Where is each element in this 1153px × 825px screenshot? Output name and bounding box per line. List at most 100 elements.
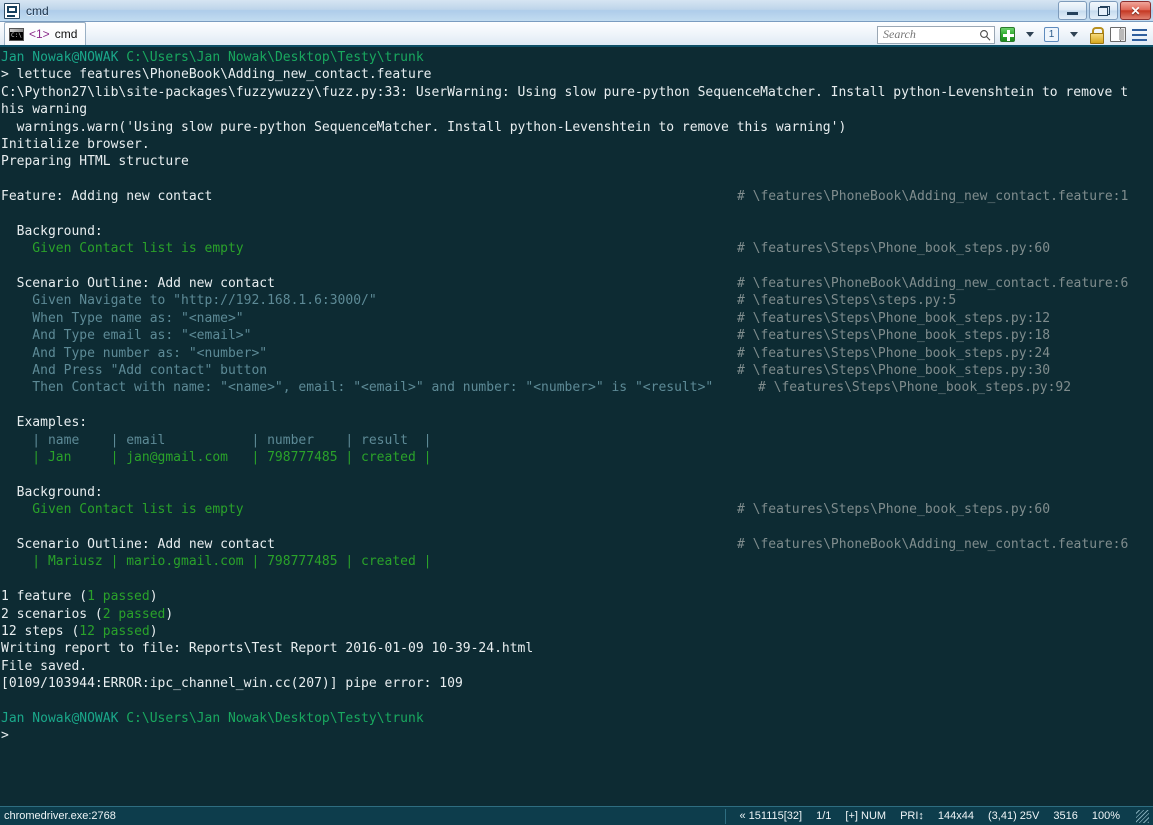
status-process: chromedriver.exe:2768: [4, 810, 116, 822]
window-titlebar[interactable]: cmd ✕: [0, 0, 1153, 22]
terminal-line: Given Contact list is empty # \features\S…: [1, 240, 1153, 257]
terminal-text: Writing report to file: Reports\Test Rep…: [1, 641, 534, 657]
terminal-line: Given Contact list is empty # \features\S…: [1, 501, 1153, 518]
terminal-line: C:\Python27\lib\site-packages\fuzzywuzzy…: [1, 84, 1153, 101]
terminal-text: C:\Users\Jan Nowak\Desktop\Testy\trunk: [126, 50, 424, 65]
terminal-text: Scenario Outline: Add new contact: [1, 276, 275, 292]
terminal-text: his warning: [1, 102, 88, 118]
terminal-line: Initialize browser.: [1, 136, 1153, 153]
terminal-line: | Jan | jan@gmail.com | 798777485 | crea…: [1, 449, 1153, 466]
terminal-text: And Type number as: "<number>": [1, 345, 268, 361]
close-button[interactable]: ✕: [1120, 1, 1151, 20]
terminal-text: Given Navigate to "http://192.168.1.6:30…: [1, 293, 377, 309]
terminal-text: | Mariusz | mario.gmail.com | 798777485 …: [1, 554, 432, 570]
one-icon: 1: [1044, 27, 1059, 42]
terminal-text: warnings.warn('Using slow pure-python Se…: [1, 119, 847, 135]
terminal-text: And Press "Add contact" button: [1, 363, 268, 379]
hamburger-icon: [1132, 28, 1147, 41]
terminal-source-comment: # \features\PhoneBook\Adding_new_contact…: [737, 536, 1129, 552]
terminal-text: 12 steps (: [1, 623, 80, 639]
tab-label: cmd: [54, 27, 78, 41]
search-input[interactable]: [883, 27, 979, 42]
terminal-text: When Type name as: "<name>": [1, 310, 244, 326]
terminal-text: Initialize browser.: [1, 136, 150, 152]
close-icon: ✕: [1130, 3, 1141, 18]
restore-button[interactable]: [1089, 1, 1118, 20]
terminal-text: Examples:: [1, 415, 88, 431]
terminal-line: 1 feature (1 passed): [1, 588, 1153, 605]
terminal-text: 1 feature (: [1, 589, 88, 605]
minimize-icon: [1067, 12, 1078, 15]
terminal-text: 1 passed: [87, 589, 150, 605]
terminal-line: Preparing HTML structure: [1, 153, 1153, 170]
terminal-line: his warning: [1, 101, 1153, 118]
new-tab-dropdown[interactable]: [1020, 25, 1039, 44]
tab-switch-button[interactable]: 1: [1042, 25, 1061, 44]
terminal-text: Feature: Adding new contact: [1, 189, 213, 205]
terminal-line: warnings.warn('Using slow pure-python Se…: [1, 119, 1153, 136]
status-separator: [724, 808, 726, 824]
terminal-text: ): [149, 589, 158, 605]
tab-bar: <1> cmd 1: [0, 22, 1153, 47]
terminal-text: Preparing HTML structure: [1, 154, 189, 170]
terminal-source-comment: # \features\Steps\Phone_book_steps.py:24: [737, 345, 1051, 361]
terminal-line: Scenario Outline: Add new contact # \feat…: [1, 275, 1153, 292]
terminal-source-comment: # \features\Steps\steps.py:5: [737, 293, 957, 309]
terminal-line: Then Contact with name: "<name>", email:…: [1, 379, 1153, 396]
terminal-source-comment: # \features\Steps\Phone_book_steps.py:12: [737, 310, 1051, 326]
terminal-source-comment: # \features\PhoneBook\Adding_new_contact…: [737, 189, 1129, 205]
toggle-panel-button[interactable]: [1108, 25, 1127, 44]
terminal-source-comment: # \features\Steps\Phone_book_steps.py:60: [737, 241, 1051, 257]
status-fields: « 151115[32] 1/1 [+] NUM PRI↕ 144x44 (3,41) 2…: [724, 808, 1153, 824]
terminal-text: | name | email | number | result |: [1, 432, 432, 448]
terminal-line: 12 steps (12 passed): [1, 623, 1153, 640]
terminal-line: Background:: [1, 484, 1153, 501]
terminal-line: > lettuce features\PhoneBook\Adding_new_…: [1, 66, 1153, 83]
status-bar: chromedriver.exe:2768 « 151115[32] 1/1 [+]…: [0, 806, 1153, 825]
terminal-text: >: [1, 728, 9, 744]
terminal-line: Jan Nowak@NOWAK C:\Users\Jan Nowak\Deskt…: [1, 710, 1153, 727]
terminal-text: Given Contact list is empty: [1, 502, 244, 518]
new-tab-button[interactable]: [998, 25, 1017, 44]
terminal-text: Background:: [1, 484, 103, 500]
console-window-icon[interactable]: [4, 2, 20, 19]
terminal-text: Given Contact list is empty: [1, 241, 244, 257]
resize-grip[interactable]: [1136, 809, 1149, 823]
terminal-text: [0109/103944:ERROR:ipc_channel_win.cc(20…: [1, 676, 463, 692]
terminal-line: | Mariusz | mario.gmail.com | 798777485 …: [1, 553, 1153, 570]
status-field: [+] NUM: [845, 810, 887, 822]
terminal-source-comment: # \features\Steps\Phone_book_steps.py:92: [758, 380, 1072, 396]
search-icon: [980, 29, 991, 41]
terminal-text: | Jan | jan@gmail.com | 798777485 | crea…: [1, 449, 432, 465]
terminal-text: Scenario Outline: Add new contact: [1, 536, 275, 552]
terminal-text: 12 passed: [79, 623, 150, 639]
green-plus-icon: [1000, 27, 1015, 42]
tab-number: <1>: [29, 27, 50, 41]
terminal-line: And Type number as: "<number>" # \feature…: [1, 345, 1153, 362]
tab-switch-dropdown[interactable]: [1064, 25, 1083, 44]
lock-button[interactable]: [1086, 25, 1105, 44]
terminal-source-comment: # \features\Steps\Phone_book_steps.py:60: [737, 502, 1051, 518]
status-field: 100%: [1091, 810, 1120, 822]
menu-button[interactable]: [1130, 25, 1149, 44]
minimize-button[interactable]: [1058, 1, 1087, 20]
terminal-text: 2 scenarios (: [1, 606, 103, 622]
tab-cmd[interactable]: <1> cmd: [4, 22, 87, 45]
terminal-line: [0109/103944:ERROR:ipc_channel_win.cc(20…: [1, 675, 1153, 692]
terminal-line: Scenario Outline: Add new contact # \feat…: [1, 536, 1153, 553]
status-field: 3516: [1053, 810, 1078, 822]
search-box[interactable]: [877, 25, 995, 44]
terminal-output[interactable]: Jan Nowak@NOWAK C:\Users\Jan Nowak\Deskt…: [0, 49, 1153, 806]
status-field: « 151115[32]: [739, 810, 803, 822]
terminal-text: 2 passed: [102, 606, 166, 622]
lock-icon: [1089, 27, 1104, 44]
terminal-line: | name | email | number | result |: [1, 432, 1153, 449]
terminal-line: And Type email as: "<email>" # \features\…: [1, 327, 1153, 344]
cmd-icon: [9, 27, 24, 41]
chevron-down-icon: [1025, 32, 1034, 37]
